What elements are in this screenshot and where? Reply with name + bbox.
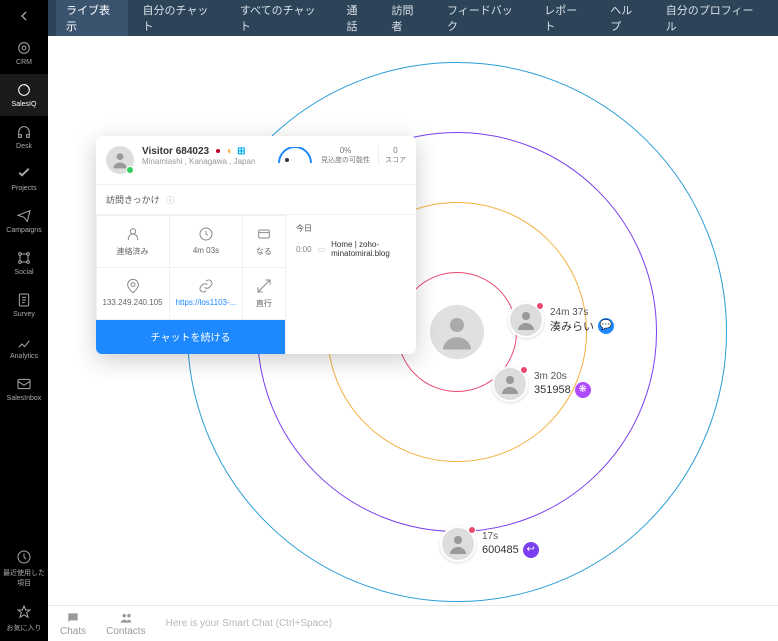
- nav-reports[interactable]: レポート: [534, 0, 596, 36]
- visitor-avatar: [440, 526, 476, 562]
- center-avatar: [430, 305, 484, 359]
- visitor-name: 351958: [534, 384, 571, 396]
- online-status-icon: [126, 166, 134, 174]
- sidebar-item-favorites[interactable]: お気に入り: [0, 596, 48, 641]
- visitor-3[interactable]: 17s 600485 ↩: [440, 526, 539, 562]
- stat-country: なる: [242, 215, 285, 268]
- stat-exit: 直行: [242, 267, 285, 320]
- nav-live-view[interactable]: ライブ表示: [56, 0, 128, 36]
- visitor-avatar: [492, 366, 528, 402]
- sidebar-item-desk[interactable]: Desk: [0, 116, 48, 158]
- status-dot-icon: [536, 302, 544, 310]
- smart-chat-hint[interactable]: Here is your Smart Chat (Ctrl+Space): [166, 618, 332, 629]
- popup-activity: 今日 0:00 ▭ Home | zoho-minatomirai.blog: [286, 215, 416, 266]
- top-nav: ライブ表示 自分のチャット すべてのチャット 通話 訪問者 フィードバック レポ…: [48, 0, 778, 36]
- stat-url[interactable]: https://los1103-...: [169, 267, 244, 320]
- visitor-1[interactable]: 24m 37s 湊みらい 💬: [508, 302, 614, 338]
- continue-chat-button[interactable]: チャットを続ける: [96, 319, 285, 354]
- stat-duration: 4m 03s: [169, 215, 244, 268]
- main-area: ライブ表示 自分のチャット すべてのチャット 通話 訪問者 フィードバック レポ…: [48, 0, 778, 641]
- sidebar-item-salesinbox[interactable]: SalesInbox: [0, 368, 48, 410]
- info-icon[interactable]: ⓘ: [166, 196, 174, 205]
- nav-help[interactable]: ヘルプ: [600, 0, 651, 36]
- sidebar-item-social[interactable]: Social: [0, 242, 48, 284]
- popup-stats-grid: 連絡済み 4m 03s なる 133.249.240.105: [96, 215, 285, 319]
- visitor-avatar: [508, 302, 544, 338]
- sidebar-item-survey[interactable]: Survey: [0, 284, 48, 326]
- chrome-icon: ◐: [227, 146, 233, 157]
- visitor-name: 600485: [482, 544, 519, 556]
- return-badge-icon: ↩: [523, 542, 539, 558]
- visitor-time: 17s: [482, 531, 539, 542]
- status-dot-icon: [520, 366, 528, 374]
- sidebar-item-projects[interactable]: Projects: [0, 158, 48, 200]
- popup-header: Visitor 684023 ◐ ⊞ Minamiashi , Kanagawa…: [96, 136, 416, 185]
- visitor-name: 湊みらい: [550, 318, 594, 334]
- nav-profile[interactable]: 自分のプロフィール: [656, 0, 770, 36]
- status-dot-icon: [468, 526, 476, 534]
- nav-visitors[interactable]: 訪問者: [382, 0, 433, 36]
- popup-gauge: 0% 見込度の可能性 0 スコア: [277, 146, 406, 165]
- page-icon: ▭: [318, 245, 326, 254]
- sidebar-item-salesiq[interactable]: SalesIQ: [0, 74, 48, 116]
- popup-avatar: [106, 146, 134, 174]
- visitor-2[interactable]: 3m 20s 351958 ❋: [492, 366, 591, 402]
- popup-visitor-id: Visitor 684023: [142, 146, 209, 157]
- nav-feedback[interactable]: フィードバック: [437, 0, 530, 36]
- nav-my-chats[interactable]: 自分のチャット: [132, 0, 225, 36]
- sidebar-collapse[interactable]: [0, 0, 48, 32]
- sidebar-item-recent[interactable]: 最近使用した項目: [0, 541, 48, 596]
- sidebar-item-analytics[interactable]: Analytics: [0, 326, 48, 368]
- nav-calls[interactable]: 通話: [337, 0, 378, 36]
- rings-canvas: 24m 37s 湊みらい 💬 3m 20s 351958 ❋: [48, 36, 778, 605]
- chat-badge-icon: 💬: [598, 318, 614, 334]
- sidebar-item-campaigns[interactable]: Campaigns: [0, 200, 48, 242]
- app-sidebar: CRM SalesIQ Desk Projects Campaigns Soci…: [0, 0, 48, 641]
- popup-location: Minamiashi , Kanagawa , Japan: [142, 157, 255, 166]
- bottombar-chats[interactable]: Chats: [60, 611, 86, 637]
- nav-all-chats[interactable]: すべてのチャット: [230, 0, 333, 36]
- sidebar-item-crm[interactable]: CRM: [0, 32, 48, 74]
- visitor-time: 3m 20s: [534, 371, 591, 382]
- bottom-bar: Chats Contacts Here is your Smart Chat (…: [48, 605, 778, 641]
- visitor-popup: Visitor 684023 ◐ ⊞ Minamiashi , Kanagawa…: [96, 136, 416, 354]
- snowflake-badge-icon: ❋: [575, 382, 591, 398]
- windows-icon: ⊞: [237, 146, 245, 157]
- stat-status: 連絡済み: [96, 215, 170, 268]
- stat-ip: 133.249.240.105: [96, 267, 170, 320]
- popup-section-trigger: 訪問きっかけ ⓘ: [96, 185, 416, 215]
- visitor-time: 24m 37s: [550, 307, 614, 318]
- flag-jp-icon: [213, 148, 223, 155]
- bottombar-contacts[interactable]: Contacts: [106, 611, 145, 637]
